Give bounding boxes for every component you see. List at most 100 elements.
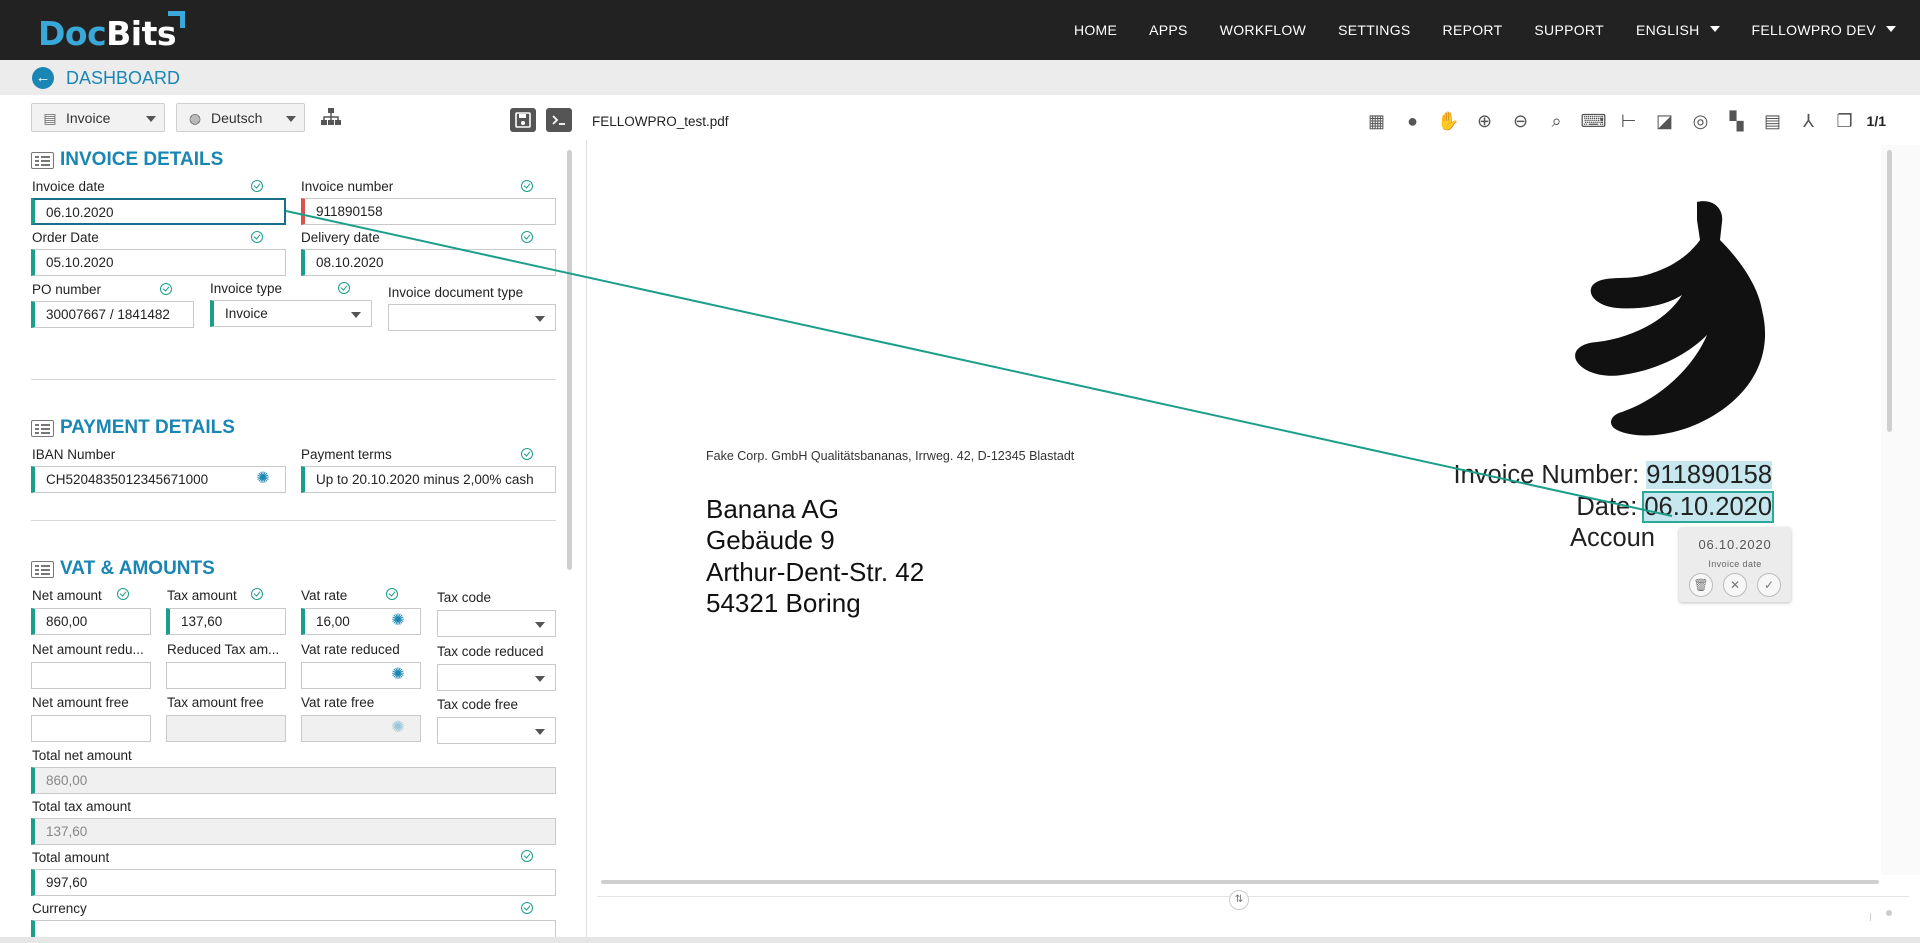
hand-icon[interactable]: ✋ [1437,109,1461,133]
total-net-amount-value: 860,00 [46,773,88,788]
form-scrollbar[interactable] [567,150,572,570]
nav-user-dropdown[interactable]: FELLOWPRO DEV [1752,22,1896,38]
docbits-logo[interactable]: DocBits [38,11,185,53]
net-amount-reduced-input[interactable] [31,662,151,689]
net-amount-input[interactable]: 860,00 [31,608,151,635]
total-amount-value: 997,60 [46,875,88,890]
status-dot [1886,910,1892,916]
order-date-input[interactable]: 05.10.2020 [31,249,286,276]
nav-language-dropdown[interactable]: ENGLISH [1636,22,1720,38]
chart-icon[interactable]: ◪ [1653,109,1677,133]
ocr-icon[interactable]: ◎ [1689,109,1713,133]
section-invoice-details: INVOICE DETAILS [31,149,223,171]
check-circle-icon [251,180,263,192]
document-type-select[interactable]: ▤ Invoice [31,103,165,132]
zoom-out-icon[interactable]: ⊖ [1509,109,1533,133]
viewer-toolbar: FELLOWPRO_test.pdf ▦ ● ✋ ⊕ ⊖ ⌕ ⌨ ⊢ ◪ ◎ ▚… [587,95,1920,145]
address-line: Arthur-Dent-Str. 42 [706,557,925,587]
nav-workflow[interactable]: WORKFLOW [1220,22,1306,38]
logo-text-doc: Doc [38,14,107,53]
date-line: Date: 06.10.2020 [1576,491,1774,523]
terminal-icon[interactable] [546,108,572,132]
tax-code-reduced-select[interactable] [437,664,556,691]
nav-support[interactable]: SUPPORT [1534,22,1604,38]
invoice-number-line: Invoice Number: 911890158 [1454,461,1772,490]
pdf-viewer[interactable]: Fake Corp. GmbH Qualitätsbananas, Irrweg… [587,145,1880,875]
checklist-icon [31,151,54,169]
section-title: PAYMENT DETAILS [60,417,235,438]
account-line: Accoun [1570,524,1655,553]
chevron-down-icon [535,729,545,735]
reduced-tax-amount-input[interactable] [166,662,286,689]
layout-icon[interactable]: ▤ [1761,109,1785,133]
bottom-strip [0,937,1920,943]
save-icon[interactable] [510,108,536,132]
brain-ai-icon[interactable]: ✺ [388,612,408,630]
grid-icon[interactable]: ▚ [1725,109,1749,133]
brain-ai-icon[interactable]: ✺ [388,666,408,684]
resize-handle-icon[interactable]: ⇅ [1229,890,1249,910]
brain-ai-icon[interactable]: ✺ [253,470,273,488]
breadcrumb[interactable]: DASHBOARD [66,68,180,89]
nav-apps[interactable]: APPS [1149,22,1188,38]
invoice-date-input[interactable]: 06.10.2020 [31,198,286,225]
iban-input[interactable]: CH5204835012345671000 [31,466,286,493]
logo-text-bits: Bits [106,14,177,53]
viewer-tools: ▦ ● ✋ ⊕ ⊖ ⌕ ⌨ ⊢ ◪ ◎ ▚ ▤ ⅄ ❐ 1/1 [1353,109,1886,133]
viewer-vertical-scrollbar[interactable] [1887,150,1892,432]
payment-terms-input[interactable]: Up to 20.10.2020 minus 2,00% cash [301,466,556,493]
calculator-icon[interactable]: ▦ [1365,109,1389,133]
total-amount-input[interactable]: 997,60 [31,869,556,896]
total-net-amount-label: Total net amount [32,748,132,763]
language-value: Deutsch [211,109,263,126]
invoice-number-highlight[interactable]: 911890158 [1646,461,1772,489]
nav-report[interactable]: REPORT [1443,22,1503,38]
check-circle-icon [521,850,533,862]
language-select[interactable]: ◍ Deutsch [176,103,305,132]
reduced-tax-amount-label: Reduced Tax am... [167,642,280,657]
tax-code-select[interactable] [437,610,556,637]
invoice-number-input[interactable]: 911890158 [301,198,556,225]
check-circle-icon [160,283,172,295]
address-line: Banana AG [706,494,839,524]
check-icon[interactable]: ✓ [1757,573,1781,597]
document-icon: ▤ [43,109,57,126]
vat-rate-free-label: Vat rate free [301,695,375,710]
nav-user-label: FELLOWPRO DEV [1751,22,1876,38]
total-amount-label: Total amount [32,850,110,865]
po-number-input[interactable]: 30007667 / 1841482 [31,301,194,328]
tax-amount-free-label: Tax amount free [167,695,264,710]
copy-icon[interactable]: ❐ [1833,109,1857,133]
chevron-down-icon [286,116,296,122]
tax-amount-value: 137,60 [181,614,223,629]
nav-settings[interactable]: SETTINGS [1338,22,1410,38]
close-icon[interactable]: ✕ [1723,573,1747,597]
nav-home[interactable]: HOME [1074,22,1117,38]
delivery-date-input[interactable]: 08.10.2020 [301,249,556,276]
vat-rate-value: 16,00 [316,614,350,629]
invoice-document-type-select[interactable] [388,304,556,331]
back-arrow-icon[interactable]: ← [32,67,54,89]
po-number-value: 30007667 / 1841482 [46,307,170,322]
tax-amount-input[interactable]: 137,60 [166,608,286,635]
tax-code-free-select[interactable] [437,717,556,744]
trash-icon[interactable]: 🗑 [1689,573,1713,597]
tax-code-reduced-label: Tax code reduced [437,644,544,659]
invoice-number-label: Invoice number [301,179,394,194]
viewer-horizontal-scrollbar[interactable] [601,880,1879,884]
net-amount-free-input[interactable] [31,715,151,742]
zoom-in-icon[interactable]: ⊕ [1473,109,1497,133]
keyboard-icon[interactable]: ⌨ [1581,109,1607,133]
search-document-icon[interactable]: ⌕ [1545,109,1569,133]
hierarchy-icon[interactable] [320,107,342,132]
field-assign-popup: 06.10.2020 Invoice date 🗑 ✕ ✓ [1679,527,1791,602]
date-highlight[interactable]: 06.10.2020 [1642,491,1774,523]
main-nav: HOME APPS WORKFLOW SETTINGS REPORT SUPPO… [1042,0,1920,60]
tree-icon[interactable]: ⊢ [1617,109,1641,133]
comment-icon[interactable]: ● [1401,109,1425,133]
chevron-down-icon [535,316,545,322]
status-tick [1870,913,1871,921]
merge-icon[interactable]: ⅄ [1797,109,1821,133]
net-amount-value: 860,00 [46,614,88,629]
invoice-type-select[interactable]: Invoice [210,300,372,327]
